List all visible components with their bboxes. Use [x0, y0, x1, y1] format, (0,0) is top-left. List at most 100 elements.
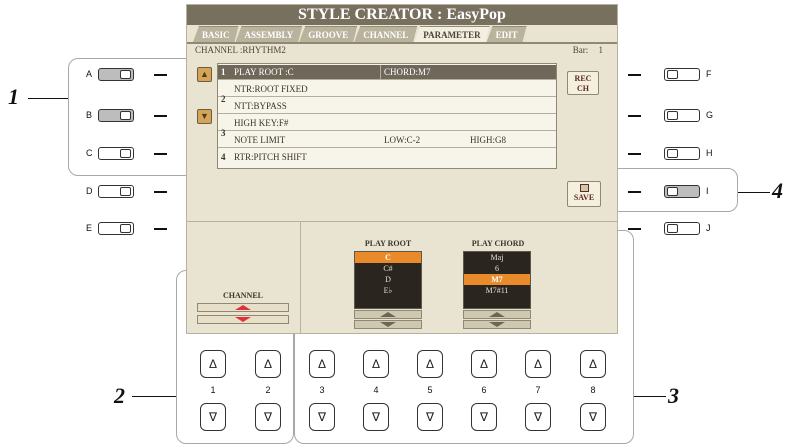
row-value-low: LOW:C-2 — [384, 135, 421, 145]
tab-edit[interactable]: EDIT — [487, 26, 527, 42]
button-number: 4 — [373, 385, 379, 395]
play-root-option[interactable]: C# — [355, 263, 421, 274]
row-number: 1 — [221, 67, 226, 77]
button-6-down[interactable]: ∇ — [471, 403, 497, 431]
side-button-c[interactable] — [98, 147, 134, 160]
list-item[interactable]: NTT:BYPASS — [218, 99, 556, 114]
side-button-e[interactable] — [98, 222, 134, 235]
play-chord-option[interactable]: Maj — [464, 252, 530, 263]
play-chord-down-arrow[interactable] — [463, 320, 531, 329]
row-number: 4 — [221, 152, 226, 162]
tab-divider — [187, 42, 617, 44]
side-button-f[interactable] — [664, 68, 700, 81]
button-2-up[interactable]: Δ — [255, 350, 281, 378]
play-chord-picker[interactable]: Maj 6 M7 M7#11 — [463, 251, 531, 309]
play-root-picker[interactable]: C C# D E♭ — [354, 251, 422, 309]
down-arrow-icon: ∇ — [425, 410, 435, 424]
play-root-option[interactable]: D — [355, 274, 421, 285]
up-arrow-icon: Δ — [425, 357, 434, 371]
channel-up-arrow[interactable] — [197, 303, 289, 312]
tab-parameter[interactable]: PARAMETER — [414, 26, 489, 42]
side-button-i[interactable] — [664, 185, 700, 198]
up-arrow-icon: Δ — [479, 357, 488, 371]
list-item[interactable]: HIGH KEY:F# — [218, 116, 556, 131]
scroll-down-button[interactable]: ▼ — [197, 109, 212, 124]
down-arrow-icon — [489, 322, 505, 327]
button-number: 8 — [590, 385, 596, 395]
list-item[interactable]: NOTE LIMIT LOW:C-2 HIGH:G8 — [218, 133, 556, 148]
row-param: NTT:BYPASS — [234, 101, 287, 111]
scroll-up-button[interactable]: ▲ — [197, 67, 212, 82]
down-arrow-icon — [380, 322, 396, 327]
button-7-down[interactable]: ∇ — [525, 403, 551, 431]
row-param: NTR:ROOT FIXED — [234, 84, 308, 94]
button-6-up[interactable]: Δ — [471, 350, 497, 378]
button-4-up[interactable]: Δ — [363, 350, 389, 378]
button-3-down[interactable]: ∇ — [309, 403, 335, 431]
play-chord-option[interactable]: M7#11 — [464, 285, 530, 296]
down-arrow-icon: ∇ — [317, 410, 327, 424]
side-connector-d — [154, 191, 167, 193]
side-label-d: D — [86, 186, 93, 196]
channel-label: CHANNEL :RHYTHM2 — [195, 45, 286, 55]
rec-ch-button[interactable]: REC CH — [567, 71, 599, 95]
play-root-option[interactable]: C — [355, 252, 421, 263]
save-button[interactable]: SAVE — [567, 181, 601, 207]
button-7-up[interactable]: Δ — [525, 350, 551, 378]
list-item[interactable]: NTR:ROOT FIXED — [218, 82, 556, 97]
down-arrow-icon: ∇ — [588, 410, 598, 424]
callout-1: 1 — [8, 84, 19, 109]
play-root-option[interactable]: E♭ — [355, 285, 421, 296]
list-item[interactable]: 4 RTR:PITCH SHIFT — [218, 150, 556, 165]
play-chord-option[interactable]: 6 — [464, 263, 530, 274]
play-root-up-arrow[interactable] — [354, 310, 422, 319]
side-label-e: E — [86, 223, 93, 233]
button-knob — [120, 149, 131, 158]
side-label-g: G — [706, 110, 714, 120]
button-2-down[interactable]: ∇ — [255, 403, 281, 431]
channel-down-arrow[interactable] — [197, 315, 289, 324]
side-button-g[interactable] — [664, 109, 700, 122]
side-connector-f — [628, 74, 641, 76]
row-group-3-number: 3 — [221, 128, 226, 138]
button-4-down[interactable]: ∇ — [363, 403, 389, 431]
play-root-down-arrow[interactable] — [354, 320, 422, 329]
up-arrow-icon: Δ — [533, 357, 542, 371]
tab-basic[interactable]: BASIC — [193, 26, 239, 42]
side-button-j[interactable] — [664, 222, 700, 235]
button-8-down[interactable]: ∇ — [580, 403, 606, 431]
list-item[interactable]: 1 PLAY ROOT :C CHORD:M7 — [218, 65, 556, 80]
play-chord-option[interactable]: M7 — [464, 274, 530, 285]
button-5-up[interactable]: Δ — [417, 350, 443, 378]
row-param: HIGH KEY:F# — [234, 118, 289, 128]
down-arrow-icon: ∇ — [371, 410, 381, 424]
button-number: 2 — [265, 385, 271, 395]
side-button-b[interactable] — [98, 109, 134, 122]
button-8-up[interactable]: Δ — [580, 350, 606, 378]
up-arrow-icon: Δ — [263, 357, 272, 371]
side-label-b: B — [86, 110, 93, 120]
red-down-arrow-icon — [235, 317, 251, 322]
down-arrow-icon: ∇ — [208, 410, 218, 424]
tab-channel[interactable]: CHANNEL — [354, 26, 417, 42]
button-3-up[interactable]: Δ — [309, 350, 335, 378]
side-button-d[interactable] — [98, 185, 134, 198]
column-divider — [380, 65, 381, 80]
tab-assembly[interactable]: ASSEMBLY — [236, 26, 303, 42]
button-1-up[interactable]: Δ — [200, 350, 226, 378]
button-5-down[interactable]: ∇ — [417, 403, 443, 431]
side-button-a[interactable] — [98, 68, 134, 81]
play-chord-heading: PLAY CHORD — [471, 239, 525, 248]
row-group-2-number: 2 — [221, 94, 226, 104]
bar-label: Bar: — [572, 45, 589, 55]
button-1-down[interactable]: ∇ — [200, 403, 226, 431]
ch-label: CH — [577, 84, 589, 93]
down-arrow-icon: ∇ — [533, 410, 543, 424]
tab-groove[interactable]: GROOVE — [299, 26, 357, 42]
side-button-h[interactable] — [664, 147, 700, 160]
button-knob — [120, 111, 131, 120]
side-connector-h — [628, 153, 641, 155]
button-knob — [667, 224, 678, 233]
floppy-disk-icon — [579, 184, 589, 192]
play-chord-up-arrow[interactable] — [463, 310, 531, 319]
